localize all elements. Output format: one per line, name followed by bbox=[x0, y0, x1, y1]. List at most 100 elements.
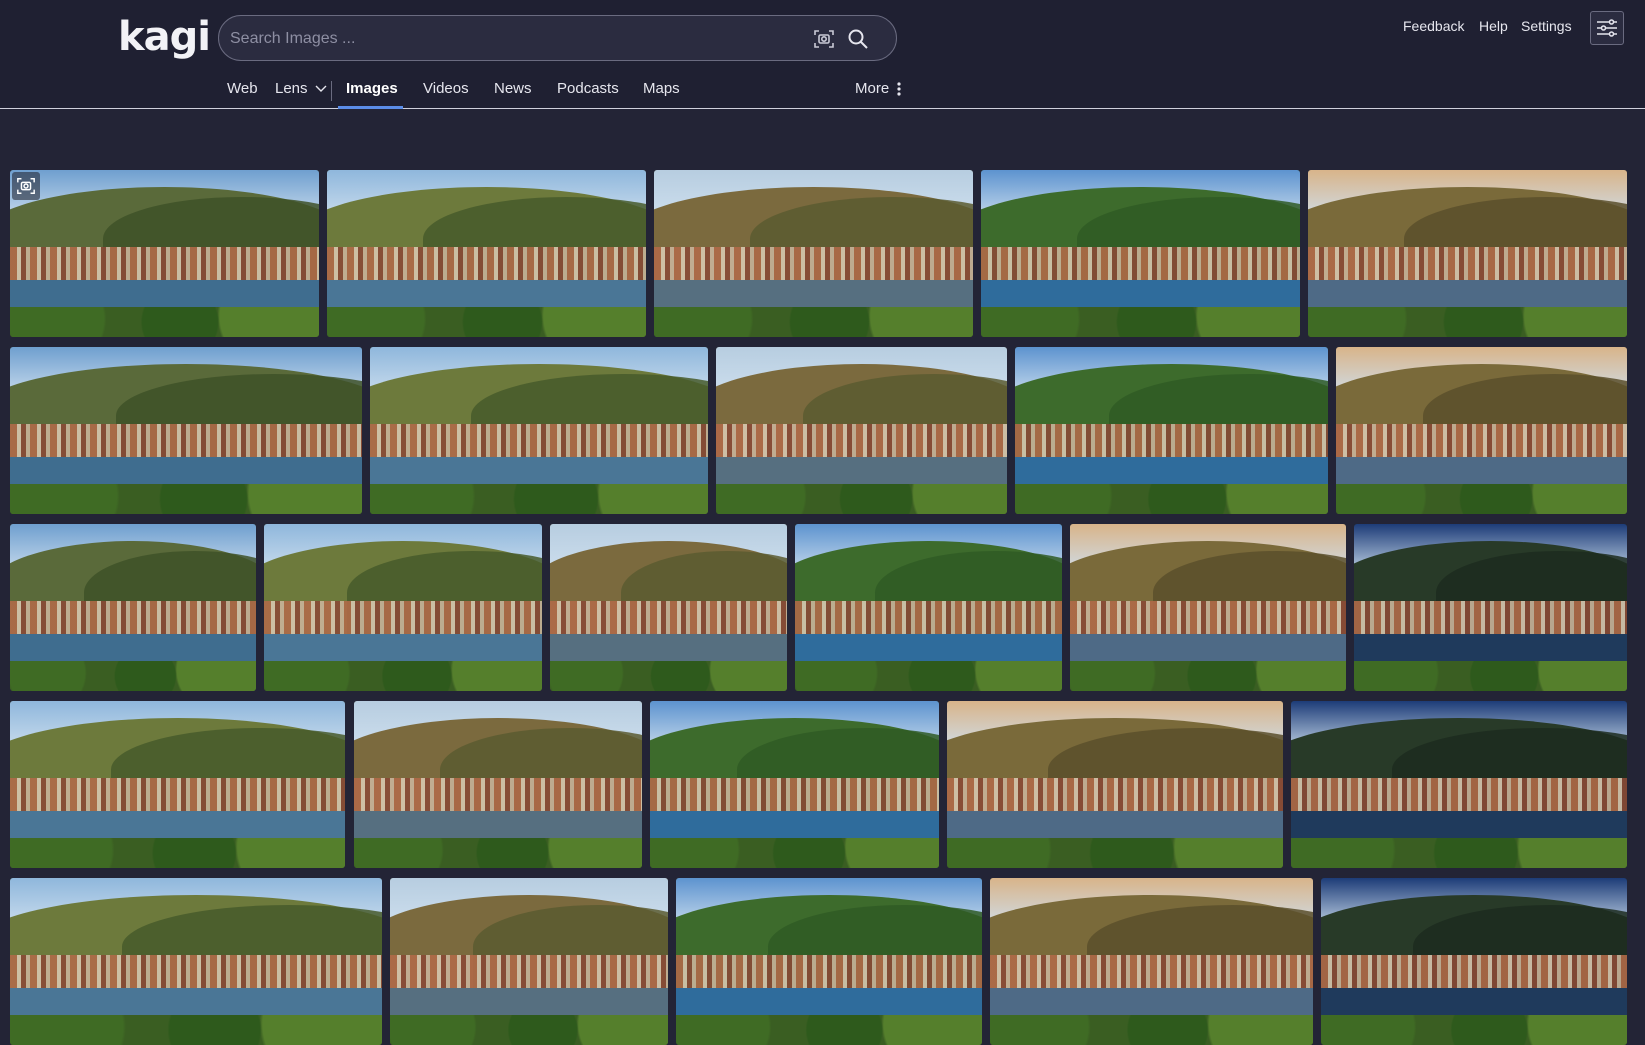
image-town bbox=[10, 423, 362, 461]
image-result-tile[interactable] bbox=[1015, 347, 1328, 514]
image-trees bbox=[990, 1014, 1313, 1045]
image-result-tile[interactable] bbox=[1070, 524, 1346, 691]
image-town bbox=[1354, 600, 1627, 638]
image-trees bbox=[1308, 306, 1627, 337]
image-town bbox=[1336, 423, 1627, 461]
tab-maps[interactable]: Maps bbox=[643, 80, 680, 97]
image-trees bbox=[716, 483, 1007, 514]
image-trees bbox=[947, 837, 1283, 868]
image-trees bbox=[676, 1014, 982, 1045]
help-link[interactable]: Help bbox=[1479, 18, 1508, 34]
image-trees bbox=[10, 1014, 382, 1045]
tab-web[interactable]: Web bbox=[227, 80, 258, 97]
lens-camera-icon[interactable] bbox=[12, 172, 40, 200]
image-result-tile[interactable] bbox=[1308, 170, 1627, 337]
image-result-tile[interactable] bbox=[1321, 878, 1627, 1045]
image-trees bbox=[10, 306, 319, 337]
tab-videos[interactable]: Videos bbox=[423, 80, 469, 97]
image-trees bbox=[390, 1014, 668, 1045]
search-tabs: Web Lens Images Videos News Podcasts Map… bbox=[0, 80, 1000, 109]
tab-images[interactable]: Images bbox=[346, 80, 398, 97]
image-result-tile[interactable] bbox=[981, 170, 1300, 337]
image-result-tile[interactable] bbox=[947, 701, 1283, 868]
image-result-tile[interactable] bbox=[990, 878, 1313, 1045]
kagi-logo[interactable]: kagi bbox=[118, 14, 211, 60]
image-trees bbox=[370, 483, 708, 514]
image-town bbox=[654, 246, 973, 284]
image-result-tile[interactable] bbox=[716, 347, 1007, 514]
image-town bbox=[1070, 600, 1346, 638]
search-icon[interactable] bbox=[846, 27, 870, 51]
chevron-down-icon bbox=[315, 85, 327, 93]
active-tab-indicator bbox=[338, 106, 403, 109]
image-result-tile[interactable] bbox=[264, 524, 542, 691]
image-town bbox=[981, 246, 1300, 284]
image-town bbox=[327, 246, 646, 284]
image-trees bbox=[1291, 837, 1627, 868]
image-result-tile[interactable] bbox=[795, 524, 1062, 691]
tab-lens-label: Lens bbox=[275, 80, 308, 97]
image-result-tile[interactable] bbox=[354, 701, 642, 868]
image-town bbox=[10, 600, 256, 638]
image-town bbox=[370, 423, 708, 461]
image-result-tile[interactable] bbox=[10, 170, 319, 337]
image-trees bbox=[650, 837, 939, 868]
image-result-tile[interactable] bbox=[550, 524, 787, 691]
image-result-tile[interactable] bbox=[10, 524, 256, 691]
tab-more-label: More bbox=[855, 80, 890, 97]
image-result-tile[interactable] bbox=[10, 347, 362, 514]
sliders-icon[interactable] bbox=[1590, 11, 1624, 45]
image-trees bbox=[10, 660, 256, 691]
image-result-tile[interactable] bbox=[327, 170, 646, 337]
lens-camera-icon[interactable] bbox=[812, 27, 836, 51]
image-trees bbox=[1015, 483, 1328, 514]
image-town bbox=[795, 600, 1062, 638]
image-result-tile[interactable] bbox=[650, 701, 939, 868]
image-trees bbox=[354, 837, 642, 868]
tab-divider bbox=[331, 81, 332, 101]
tab-podcasts[interactable]: Podcasts bbox=[557, 80, 619, 97]
settings-link[interactable]: Settings bbox=[1521, 18, 1572, 34]
feedback-link[interactable]: Feedback bbox=[1403, 18, 1464, 34]
image-town bbox=[390, 954, 668, 992]
image-result-tile[interactable] bbox=[1291, 701, 1627, 868]
tab-news[interactable]: News bbox=[494, 80, 532, 97]
image-result-tile[interactable] bbox=[370, 347, 708, 514]
tab-more[interactable]: More bbox=[855, 80, 901, 97]
image-town bbox=[10, 954, 382, 992]
search-input[interactable] bbox=[228, 24, 792, 54]
image-trees bbox=[327, 306, 646, 337]
image-town bbox=[650, 777, 939, 815]
image-town bbox=[1321, 954, 1627, 992]
image-trees bbox=[550, 660, 787, 691]
image-town bbox=[10, 777, 345, 815]
top-header: kagi Feedback Help Settings We bbox=[0, 0, 1645, 109]
image-trees bbox=[981, 306, 1300, 337]
vertical-dots-icon bbox=[897, 82, 901, 96]
image-trees bbox=[795, 660, 1062, 691]
image-result-tile[interactable] bbox=[1336, 347, 1627, 514]
image-town bbox=[10, 246, 319, 284]
image-town bbox=[1291, 777, 1627, 815]
image-town bbox=[1015, 423, 1328, 461]
image-town bbox=[1308, 246, 1627, 284]
image-trees bbox=[1321, 1014, 1627, 1045]
image-result-tile[interactable] bbox=[10, 701, 345, 868]
image-town bbox=[550, 600, 787, 638]
tab-lens[interactable]: Lens bbox=[275, 80, 327, 97]
image-trees bbox=[264, 660, 542, 691]
image-result-tile[interactable] bbox=[390, 878, 668, 1045]
search-box bbox=[218, 15, 897, 61]
image-result-tile[interactable] bbox=[654, 170, 973, 337]
image-trees bbox=[654, 306, 973, 337]
image-town bbox=[676, 954, 982, 992]
image-trees bbox=[1070, 660, 1346, 691]
image-town bbox=[990, 954, 1313, 992]
image-result-tile[interactable] bbox=[676, 878, 982, 1045]
image-result-tile[interactable] bbox=[10, 878, 382, 1045]
image-trees bbox=[1354, 660, 1627, 691]
image-result-tile[interactable] bbox=[1354, 524, 1627, 691]
image-town bbox=[947, 777, 1283, 815]
image-trees bbox=[10, 837, 345, 868]
image-trees bbox=[1336, 483, 1627, 514]
